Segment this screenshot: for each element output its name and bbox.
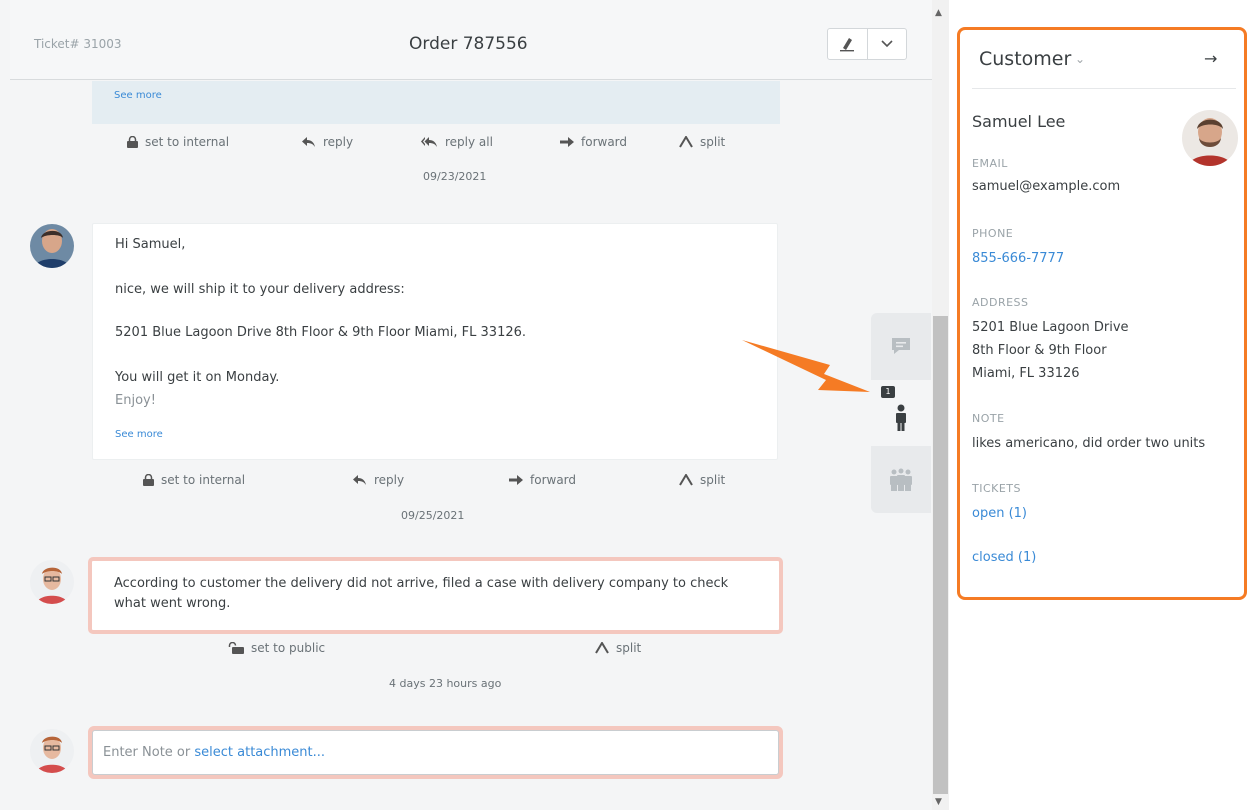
split-label: split <box>700 473 726 487</box>
agent-avatar[interactable] <box>30 729 74 773</box>
tab-organization[interactable] <box>871 447 931 513</box>
reply-label: reply <box>374 473 405 487</box>
forward-label: forward <box>530 473 577 487</box>
forward-action[interactable]: forward <box>509 473 576 487</box>
tickets-label: TICKETS <box>972 482 1022 495</box>
agent-avatar[interactable] <box>30 560 74 604</box>
reply-icon <box>302 136 315 147</box>
chat-bubble-icon <box>892 338 910 354</box>
note-text: According to customer the delivery did n… <box>114 576 729 611</box>
ticket-actions-group <box>827 28 907 60</box>
article-message: Hi Samuel, nice, we will ship it to your… <box>92 223 778 460</box>
chevron-down-icon[interactable]: ⌄ <box>1075 52 1085 66</box>
message-line: nice, we will ship it to your delivery a… <box>115 282 405 297</box>
scroll-down-icon[interactable]: ▼ <box>935 797 942 807</box>
forward-arrow-icon <box>560 137 574 147</box>
scroll-up-icon[interactable]: ▲ <box>935 8 942 18</box>
reply-action[interactable]: reply <box>353 473 404 487</box>
set-to-internal-label: set to internal <box>161 473 246 487</box>
note-compose[interactable]: Enter Note or select attachment... <box>88 726 783 779</box>
split-icon <box>679 136 693 148</box>
internal-note: According to customer the delivery did n… <box>88 557 783 634</box>
reply-icon <box>353 474 366 485</box>
edit-button[interactable] <box>828 29 867 59</box>
scrollbar-thumb[interactable] <box>933 316 948 794</box>
set-to-public-label: set to public <box>251 641 326 655</box>
open-customer-arrow-icon[interactable]: → <box>1204 49 1217 68</box>
email-label: EMAIL <box>972 157 1008 170</box>
person-icon <box>896 404 906 431</box>
tab-ticket[interactable] <box>871 313 931 379</box>
note-label: NOTE <box>972 412 1005 425</box>
see-more-link[interactable]: See more <box>114 90 162 101</box>
pencil-icon <box>840 38 855 52</box>
reply-action[interactable]: reply <box>302 135 353 149</box>
customer-panel-title[interactable]: Customer <box>979 48 1071 70</box>
address-line: Miami, FL 33126 <box>972 366 1080 381</box>
split-action[interactable]: split <box>679 135 725 149</box>
ticket-zoom: Ticket# 31003 Order 787556 See more set … <box>0 0 932 810</box>
see-more-link[interactable]: See more <box>115 429 163 440</box>
address-line: 5201 Blue Lagoon Drive <box>972 320 1129 335</box>
lock-icon <box>143 474 154 486</box>
article-date: 09/25/2021 <box>401 509 465 522</box>
set-to-internal-action[interactable]: set to internal <box>127 135 229 149</box>
avatar-image <box>30 224 74 268</box>
customer-email: samuel@example.com <box>972 179 1121 194</box>
set-to-internal-label: set to internal <box>145 135 230 149</box>
address-line: 8th Floor & 9th Floor <box>972 343 1107 358</box>
organization-icon <box>890 468 912 491</box>
ticket-title[interactable]: Order 787556 <box>409 34 528 54</box>
lock-icon <box>127 136 138 148</box>
reply-all-icon <box>421 136 437 147</box>
set-to-internal-action[interactable]: set to internal <box>143 473 245 487</box>
message-line: Enjoy! <box>115 393 156 408</box>
phone-label: PHONE <box>972 227 1014 240</box>
customer-name: Samuel Lee <box>972 112 1066 131</box>
split-label: split <box>616 641 642 655</box>
reply-all-label: reply all <box>445 135 493 149</box>
compose-placeholder: Enter Note or <box>103 745 195 760</box>
chevron-down-icon <box>881 40 893 48</box>
more-actions-button[interactable] <box>866 29 907 59</box>
split-action[interactable]: split <box>679 473 725 487</box>
split-icon <box>679 474 693 486</box>
set-to-public-action[interactable]: set to public <box>228 641 325 655</box>
customer-avatar[interactable] <box>30 224 74 268</box>
address-label: ADDRESS <box>972 296 1029 309</box>
split-action[interactable]: split <box>595 641 641 655</box>
message-line: You will get it on Monday. <box>115 370 280 385</box>
avatar-image <box>30 729 74 773</box>
note-input[interactable]: Enter Note or select attachment... <box>92 730 779 775</box>
avatar-image <box>30 560 74 604</box>
note-time: 4 days 23 hours ago <box>389 677 502 690</box>
customer-panel: Customer ⌄ → Samuel Lee EMAIL samuel@exa… <box>957 27 1247 600</box>
split-icon <box>595 642 609 654</box>
ticket-number: Ticket# 31003 <box>34 37 122 51</box>
forward-arrow-icon <box>509 475 523 485</box>
unlock-icon <box>228 642 244 654</box>
sidebar-tabs: 1 <box>871 313 931 513</box>
message-line: 5201 Blue Lagoon Drive 8th Floor & 9th F… <box>115 325 527 340</box>
reply-all-action[interactable]: reply all <box>421 135 493 149</box>
tickets-closed-link[interactable]: closed (1) <box>972 546 1036 569</box>
forward-action[interactable]: forward <box>560 135 627 149</box>
message-line: Hi Samuel, <box>115 237 186 252</box>
avatar-image <box>1182 110 1238 166</box>
reply-label: reply <box>323 135 354 149</box>
customer-phone-link[interactable]: 855-666-7777 <box>972 247 1064 270</box>
ticket-header: Ticket# 31003 Order 787556 <box>10 0 932 80</box>
customer-note: likes americano, did order two units <box>972 436 1206 451</box>
article-date: 09/23/2021 <box>423 170 487 183</box>
tickets-open-link[interactable]: open (1) <box>972 502 1027 525</box>
divider <box>972 88 1236 89</box>
article-previous: See more <box>92 81 780 124</box>
customer-badge: 1 <box>881 386 895 398</box>
customer-avatar <box>1182 110 1238 166</box>
select-attachment-link[interactable]: select attachment... <box>194 745 325 760</box>
split-label: split <box>700 135 726 149</box>
highlight-arrow-icon <box>742 340 870 392</box>
tab-customer[interactable]: 1 <box>871 380 931 446</box>
forward-label: forward <box>581 135 628 149</box>
